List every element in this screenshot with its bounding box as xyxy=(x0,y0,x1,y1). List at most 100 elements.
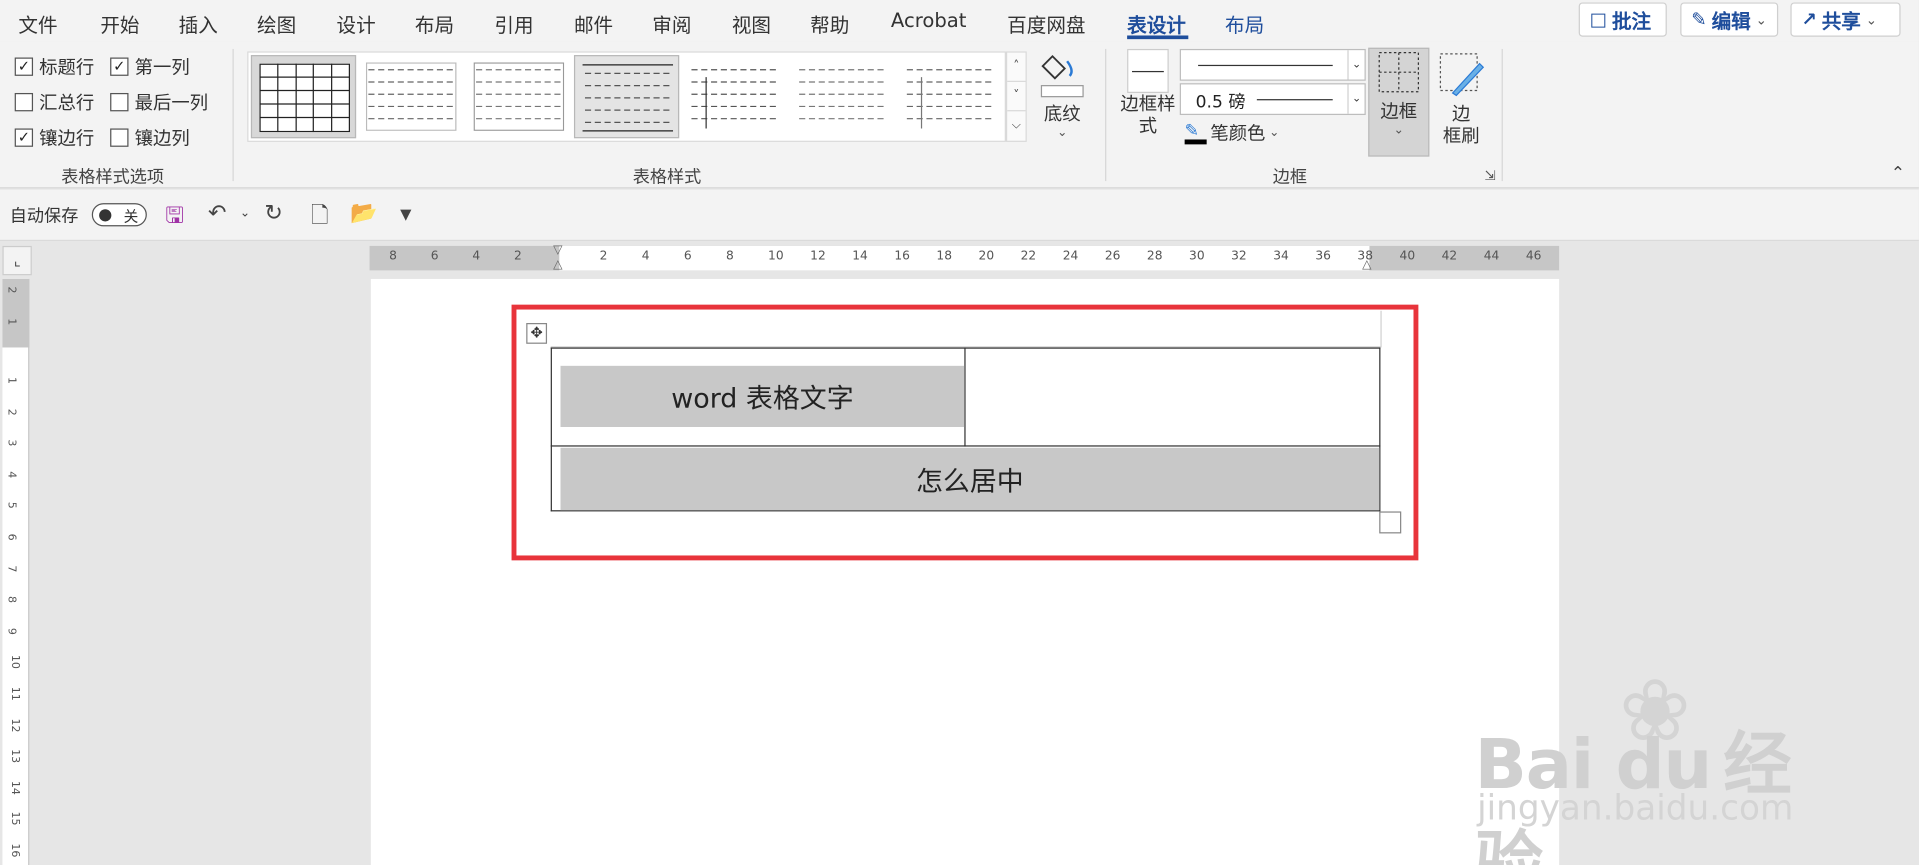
group-divider xyxy=(1501,48,1503,182)
chevron-down-icon: ⌄ xyxy=(1269,126,1280,140)
ruler-tick-label: 10 xyxy=(768,249,784,264)
tab-baidu-netdisk[interactable]: 百度网盘 xyxy=(1007,9,1085,38)
chevron-down-icon: ⌄ xyxy=(1755,11,1767,28)
table-style-plain-6[interactable] xyxy=(897,55,1002,138)
annotation-highlight-box xyxy=(511,304,1419,561)
comments-button[interactable]: □ 批注 xyxy=(1578,2,1667,37)
ruler-tick-label: 36 xyxy=(1315,249,1331,264)
collapse-ribbon-icon[interactable]: ⌃ xyxy=(1891,164,1905,184)
vertical-ruler[interactable]: 2 1 1 2 3 4 5 6 7 8 9 10 11 12 13 14 15 16 xyxy=(2,278,30,865)
checkbox-unchecked xyxy=(110,128,129,147)
pen-color-button[interactable]: ✎ 笔颜色 ⌄ xyxy=(1184,120,1280,146)
borders-label: 边框 xyxy=(1380,100,1418,123)
banded-rows-label: 镶边行 xyxy=(39,127,95,150)
border-styles-button[interactable]: 边框样 式 xyxy=(1120,48,1176,137)
tab-draw[interactable]: 绘图 xyxy=(257,9,296,38)
open-folder-icon[interactable]: 📂 xyxy=(350,201,377,227)
header-row-checkbox[interactable]: ✓ 标题行 xyxy=(14,54,94,80)
share-button[interactable]: ↗ 共享 ⌄ xyxy=(1790,2,1901,37)
new-document-icon[interactable]: 🗋 xyxy=(311,201,329,238)
group-divider xyxy=(1105,48,1107,182)
ruler-tick-label: 4 xyxy=(641,249,650,264)
active-tab-indicator xyxy=(1127,35,1189,40)
right-indent-marker[interactable]: △ xyxy=(1362,258,1371,271)
checkbox-unchecked xyxy=(110,92,129,112)
banded-rows-checkbox[interactable]: ✓ 镶边行 xyxy=(14,125,95,151)
tab-references[interactable]: 引用 xyxy=(494,9,533,38)
table-style-plain-1[interactable] xyxy=(359,55,464,138)
tab-help[interactable]: 帮助 xyxy=(810,9,849,38)
checkbox-checked: ✓ xyxy=(110,57,129,76)
gallery-scrollbar[interactable]: ˄ ˅ ⌵ xyxy=(1005,51,1027,142)
tab-layout[interactable]: 布局 xyxy=(415,9,454,38)
undo-icon[interactable]: ↶ xyxy=(208,201,226,227)
comments-label: 批注 xyxy=(1611,9,1652,34)
shading-label: 底纹 xyxy=(1043,102,1081,125)
editing-button[interactable]: ✎ 编辑 ⌄ xyxy=(1680,2,1779,37)
hanging-indent-marker[interactable]: △ xyxy=(553,258,562,271)
scroll-up-icon[interactable]: ˄ xyxy=(1007,53,1026,82)
total-row-checkbox[interactable]: 汇总行 xyxy=(14,89,94,115)
ruler-tick-label: 2 xyxy=(599,249,608,264)
table-style-plain-3[interactable] xyxy=(573,55,680,139)
first-column-checkbox[interactable]: ✓ 第一列 xyxy=(110,54,190,80)
tab-table-layout[interactable]: 布局 xyxy=(1225,9,1264,38)
table-style-grid[interactable] xyxy=(250,55,357,139)
borders-button[interactable]: 边框 ⌄ xyxy=(1371,51,1427,137)
banded-columns-label: 镶边列 xyxy=(134,127,190,150)
last-column-checkbox[interactable]: 最后一列 xyxy=(110,89,208,115)
tab-table-design[interactable]: 表设计 xyxy=(1127,9,1186,38)
border-painter-button[interactable]: 边 框刷 xyxy=(1434,51,1488,147)
tab-acrobat[interactable]: Acrobat xyxy=(891,9,967,32)
ruler-tick-label: 8 xyxy=(725,249,734,264)
ruler-tick-label: 1 xyxy=(4,377,17,385)
ruler-tick-label: 13 xyxy=(8,749,21,764)
tab-mailings[interactable]: 邮件 xyxy=(574,9,613,38)
save-icon[interactable]: 🖫 xyxy=(165,201,184,238)
scroll-down-icon[interactable]: ˅ xyxy=(1007,82,1026,112)
border-style-preview xyxy=(1127,48,1169,93)
chevron-down-icon[interactable]: ⌄ xyxy=(240,207,250,220)
tab-design[interactable]: 设计 xyxy=(337,9,376,38)
ruler-tick-label: 40 xyxy=(1399,249,1416,264)
table-style-plain-5[interactable] xyxy=(789,55,894,138)
checkbox-checked: ✓ xyxy=(14,57,34,76)
shading-button[interactable]: 底纹 ⌄ xyxy=(1038,49,1087,139)
editing-label: 编辑 xyxy=(1711,9,1751,34)
line-style-dropdown[interactable]: ⌄ xyxy=(1179,48,1366,81)
banded-columns-checkbox[interactable]: 镶边列 xyxy=(110,125,190,151)
ruler-tick-label: 42 xyxy=(1441,249,1458,264)
table-style-plain-4[interactable] xyxy=(682,55,787,138)
gallery-more-icon[interactable]: ⌵ xyxy=(1007,111,1025,140)
table-style-plain-2[interactable] xyxy=(466,55,571,138)
customize-toolbar-icon[interactable]: ▼ xyxy=(400,206,411,223)
first-line-indent-marker[interactable]: ▽ xyxy=(553,243,562,256)
tab-insert[interactable]: 插入 xyxy=(179,9,218,38)
share-label: 共享 xyxy=(1821,9,1861,34)
ruler-tick-label: 16 xyxy=(894,249,910,264)
borders-group-label: 边框 xyxy=(1272,167,1308,188)
baidu-watermark-logo: ❀ Bai du 经验 jingyan.baidu.com xyxy=(1475,661,1842,865)
ruler-tick-label: 8 xyxy=(389,249,397,264)
paint-bucket-icon xyxy=(1040,54,1084,98)
tab-home[interactable]: 开始 xyxy=(100,9,139,38)
tab-selector-icon[interactable]: ⌞ xyxy=(2,245,32,276)
pencil-icon: ✎ xyxy=(1691,8,1707,31)
ruler-tick-label: 1 xyxy=(4,318,17,326)
redo-icon[interactable]: ↻ xyxy=(264,201,282,227)
tab-view[interactable]: 视图 xyxy=(732,9,771,38)
horizontal-ruler[interactable]: 8 6 4 2 2 4 6 8 10 12 14 16 18 20 22 24 26 28 30 32 34 36 38 40… xyxy=(369,243,1560,272)
ruler-numbers: 8 6 4 2 2 4 6 8 10 12 14 16 18 20 22 24 26 28 30 32 34 36 38 40… xyxy=(370,250,1560,267)
tab-review[interactable]: 审阅 xyxy=(652,9,691,38)
line-weight-dropdown[interactable]: 0.5 磅 ⌄ xyxy=(1179,83,1366,116)
table-styles-gallery xyxy=(247,51,1006,142)
checkbox-unchecked xyxy=(14,92,34,112)
dialog-launcher-icon[interactable]: ⇲ xyxy=(1484,168,1495,184)
ruler-tick-label: 6 xyxy=(430,249,439,264)
ribbon: ✓ 标题行 ✓ 第一列 汇总行 最后一列 ✓ 镶边行 镶边列 表格样式选项 ˄ … xyxy=(0,41,1919,189)
tab-file[interactable]: 文件 xyxy=(18,9,57,38)
ruler-tick-label: 8 xyxy=(4,596,17,604)
chevron-down-icon: ⌄ xyxy=(1393,123,1404,138)
line-style-preview xyxy=(1198,64,1333,67)
autosave-toggle[interactable]: 关 xyxy=(91,203,147,227)
